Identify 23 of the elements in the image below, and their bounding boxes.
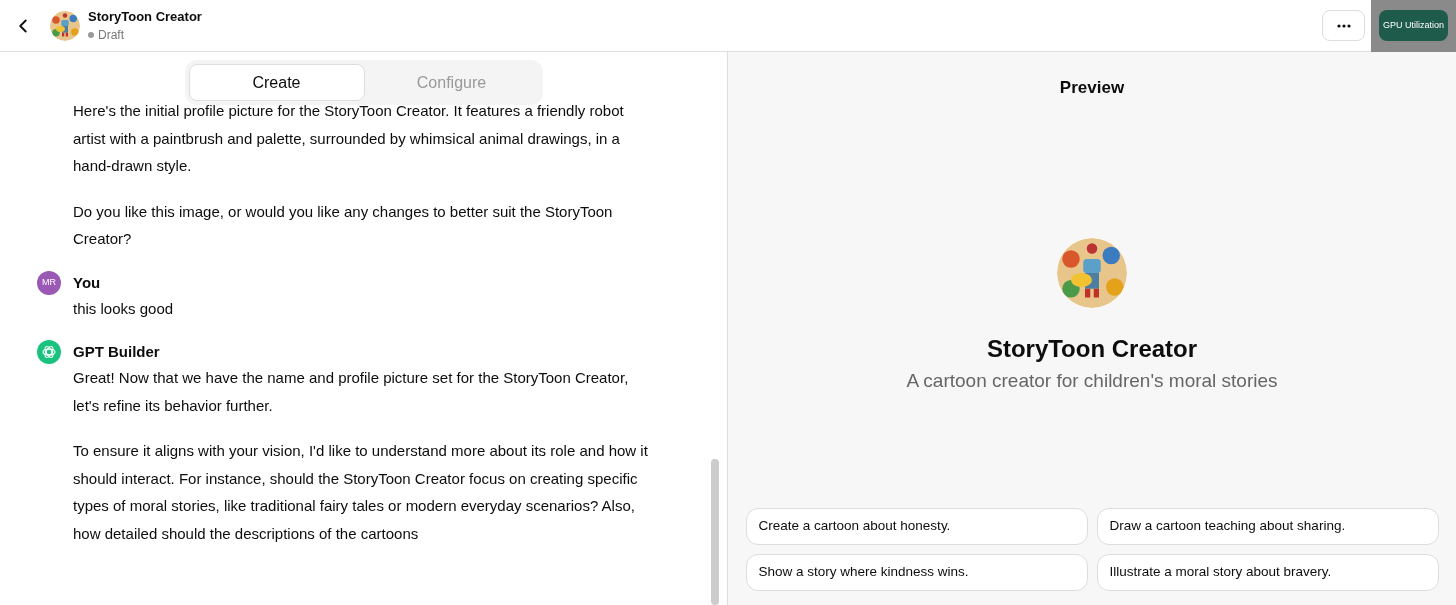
message-text: Here's the initial profile picture for the StoryToon Creator. It features a friendly robot artist with a paintbrush and palette, surrounded by whimsical animal drawings, in a hand-drawn style. bbox=[73, 101, 625, 176]
message-author: You bbox=[73, 272, 102, 293]
message-text: Great! Now that we have the name and profile picture set for the StoryToon Creator, let's refine its behavior further. bbox=[73, 368, 630, 416]
suggestion-button[interactable]: Create a cartoon about honesty. bbox=[745, 508, 1088, 545]
gpt-title: StoryToon Creator bbox=[88, 7, 202, 26]
more-button[interactable] bbox=[1322, 10, 1365, 41]
mode-tab[interactable]: Create bbox=[188, 64, 365, 101]
save-button[interactable]: GPU Utilization bbox=[1379, 10, 1448, 41]
bot-avatar-icon bbox=[37, 340, 61, 364]
preview-title: Preview bbox=[1059, 77, 1125, 99]
message-text: To ensure it aligns with your vision, I'd like to understand more about its role and how it should interact. For instance, should the StoryToon Creator focus on creating specific types of moral stories, like traditional fairy tales or modern everyday scenarios? Also, how detailed should the descriptions of the cartoons bbox=[73, 441, 649, 544]
status-label: Draft bbox=[98, 27, 124, 45]
gpt-description: A cartoon creator for children's moral stories bbox=[906, 368, 1278, 393]
message-text: this looks good bbox=[73, 298, 175, 319]
message-author: GPT Builder bbox=[73, 342, 161, 362]
message-text: Do you like this image, or would you like any changes to better suit the StoryToon Creator? bbox=[73, 201, 614, 249]
user-avatar: MR bbox=[37, 270, 61, 295]
suggestion-button[interactable]: Illustrate a moral story about bravery. bbox=[1096, 554, 1439, 591]
gpt-name: StoryToon Creator bbox=[986, 333, 1198, 364]
suggestion-button[interactable]: Show a story where kindness wins. bbox=[745, 554, 1088, 591]
scrollbar-thumb[interactable] bbox=[711, 459, 719, 605]
suggestion-button[interactable]: Draw a cartoon teaching about sharing. bbox=[1096, 508, 1439, 545]
more-icon bbox=[1336, 23, 1351, 28]
